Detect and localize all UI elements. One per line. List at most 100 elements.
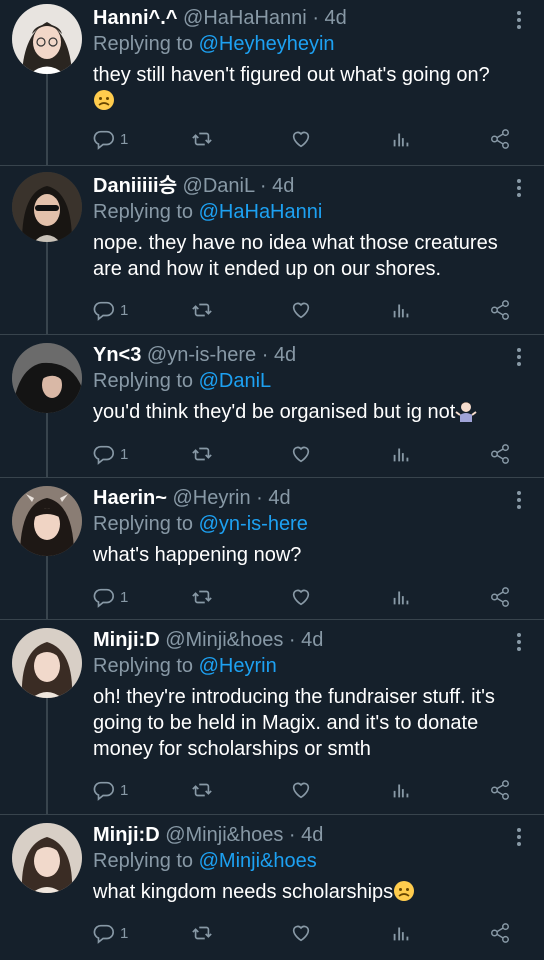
avatar[interactable] — [12, 172, 82, 242]
like-button[interactable] — [290, 127, 312, 151]
timestamp[interactable]: 4d — [272, 175, 294, 197]
like-button[interactable] — [290, 921, 312, 945]
more-icon[interactable] — [516, 11, 522, 32]
more-icon[interactable] — [516, 633, 522, 654]
avatar[interactable] — [12, 628, 82, 698]
reply-button[interactable]: 1 — [93, 298, 128, 322]
retweet-button[interactable] — [191, 778, 213, 802]
retweet-icon — [192, 590, 212, 604]
share-button[interactable] — [489, 585, 511, 609]
tweet-header: Daniiiii승 @DaniL · 4d — [93, 174, 530, 198]
retweet-button[interactable] — [191, 298, 213, 322]
analytics-icon — [393, 304, 409, 318]
timestamp[interactable]: 4d — [325, 7, 347, 29]
replying-to-handle[interactable]: @yn-is-here — [199, 513, 308, 535]
tweet[interactable]: Hanni^.^ @HaHaHanni · 4d Replying to @He… — [0, 0, 544, 165]
analytics-button[interactable] — [390, 585, 412, 609]
display-name[interactable]: Hanni^.^ — [93, 7, 177, 29]
avatar[interactable] — [12, 343, 82, 413]
more-icon[interactable] — [516, 348, 522, 369]
tweet[interactable]: Yn<3 @yn-is-here · 4d Replying to @DaniL… — [0, 335, 544, 477]
analytics-icon — [393, 133, 409, 147]
separator: · — [256, 487, 263, 509]
tweet-text: nope. they have no idea what those creat… — [93, 232, 498, 280]
timestamp[interactable]: 4d — [268, 487, 290, 509]
tweet-text-content: what kingdom needs scholarships — [93, 881, 394, 903]
retweet-icon — [192, 783, 212, 797]
share-button[interactable] — [489, 778, 511, 802]
tweet-actions: 1 — [93, 298, 523, 322]
analytics-button[interactable] — [390, 298, 412, 322]
retweet-icon — [192, 303, 212, 317]
reply-button[interactable]: 1 — [93, 127, 128, 151]
tweet[interactable]: Haerin~ @Heyrin · 4d Replying to @yn-is-… — [0, 478, 544, 619]
share-button[interactable] — [489, 442, 511, 466]
share-button[interactable] — [489, 298, 511, 322]
user-handle[interactable]: @Heyrin — [173, 487, 251, 509]
tweet-header: Minji:D @Minji&hoes · 4d — [93, 628, 530, 652]
timestamp[interactable]: 4d — [301, 824, 323, 846]
replying-to-handle[interactable]: @DaniL — [199, 370, 272, 392]
thread-line — [46, 240, 48, 334]
separator: · — [288, 629, 296, 651]
thread-line — [46, 554, 48, 619]
reply-button[interactable]: 1 — [93, 585, 128, 609]
display-name[interactable]: Minji:D — [93, 824, 160, 846]
like-button[interactable] — [290, 442, 312, 466]
user-handle[interactable]: @yn-is-here — [147, 344, 256, 366]
tweet[interactable]: Daniiiii승 @DaniL · 4d Replying to @HaHaH… — [0, 166, 544, 334]
user-handle[interactable]: @HaHaHanni — [183, 7, 307, 29]
timestamp[interactable]: 4d — [301, 629, 323, 651]
replying-to-handle[interactable]: @Heyheyheyin — [199, 33, 335, 55]
share-button[interactable] — [489, 921, 511, 945]
tweet[interactable]: Minji:D @Minji&hoes · 4d Replying to @He… — [0, 620, 544, 814]
reply-button[interactable]: 1 — [93, 921, 128, 945]
user-handle[interactable]: @Minji&hoes — [165, 824, 283, 846]
display-name[interactable]: Minji:D — [93, 629, 160, 651]
display-name[interactable]: Haerin~ — [93, 487, 167, 509]
avatar[interactable] — [12, 823, 82, 893]
tweet-text-content: they still haven't figured out what's go… — [93, 64, 490, 86]
share-icon — [491, 587, 509, 607]
more-icon[interactable] — [516, 828, 522, 849]
user-handle[interactable]: @DaniL — [183, 175, 255, 197]
tweet-header: Yn<3 @yn-is-here · 4d — [93, 343, 530, 367]
display-name[interactable]: Daniiiii승 — [93, 175, 177, 197]
more-icon[interactable] — [516, 179, 522, 200]
worried-face-icon — [394, 881, 415, 901]
retweet-button[interactable] — [191, 921, 213, 945]
like-button[interactable] — [290, 298, 312, 322]
retweet-button[interactable] — [191, 442, 213, 466]
tweet-text: what's happening now? — [93, 544, 302, 566]
analytics-button[interactable] — [390, 778, 412, 802]
share-button[interactable] — [489, 127, 511, 151]
analytics-icon — [393, 784, 409, 798]
retweet-button[interactable] — [191, 127, 213, 151]
replying-to-handle[interactable]: @HaHaHanni — [199, 201, 323, 223]
reply-button[interactable]: 1 — [93, 778, 128, 802]
more-icon[interactable] — [516, 491, 522, 512]
reply-button[interactable]: 1 — [93, 442, 128, 466]
analytics-button[interactable] — [390, 127, 412, 151]
analytics-button[interactable] — [390, 921, 412, 945]
like-icon — [292, 782, 310, 799]
replying-to-label: Replying to — [93, 655, 194, 677]
reply-icon — [93, 445, 114, 465]
replying-to-label: Replying to — [93, 33, 194, 55]
analytics-icon — [393, 591, 409, 605]
like-button[interactable] — [290, 585, 312, 609]
like-icon — [292, 446, 310, 463]
replying-to-handle[interactable]: @Minji&hoes — [199, 850, 317, 872]
avatar[interactable] — [12, 4, 82, 74]
avatar[interactable] — [12, 486, 82, 556]
timestamp[interactable]: 4d — [274, 344, 296, 366]
reply-count: 1 — [120, 301, 129, 319]
replying-to-handle[interactable]: @Heyrin — [199, 655, 277, 677]
analytics-button[interactable] — [390, 442, 412, 466]
like-button[interactable] — [290, 778, 312, 802]
replying-to-label: Replying to — [93, 513, 194, 535]
tweet[interactable]: Minji:D @Minji&hoes · 4d Replying to @Mi… — [0, 815, 544, 960]
display-name[interactable]: Yn<3 — [93, 344, 141, 366]
retweet-button[interactable] — [191, 585, 213, 609]
user-handle[interactable]: @Minji&hoes — [165, 629, 283, 651]
